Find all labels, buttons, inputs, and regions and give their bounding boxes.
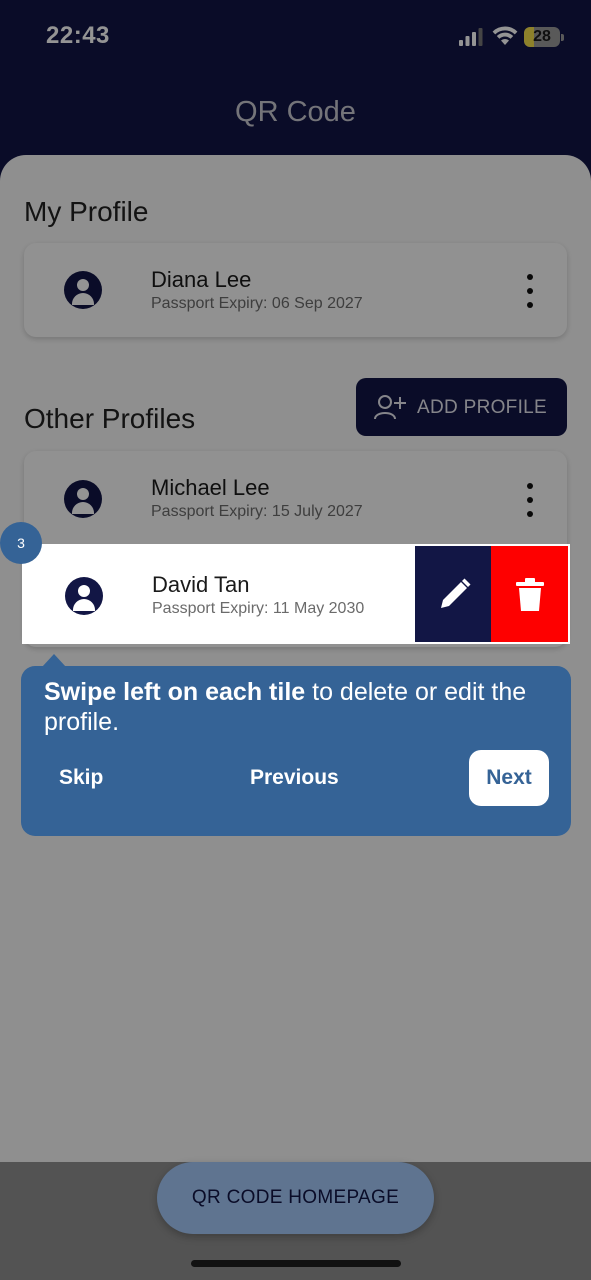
pencil-icon	[441, 578, 471, 608]
tutorial-message: Swipe left on each tile to delete or edi…	[44, 677, 554, 737]
trash-icon	[516, 578, 544, 611]
profile-name: David Tan	[152, 572, 250, 597]
previous-button[interactable]: Previous	[250, 766, 339, 790]
edit-profile-button[interactable]	[415, 546, 491, 642]
profile-expiry: Passport Expiry: 11 May 2030	[152, 600, 365, 617]
person-avatar-icon	[65, 577, 103, 615]
tutorial-message-bold: Swipe left on each tile	[44, 678, 306, 706]
qr-code-homepage-button[interactable]: QR CODE HOMEPAGE	[157, 1162, 434, 1234]
delete-profile-button[interactable]	[491, 546, 568, 642]
next-button[interactable]: Next	[469, 750, 549, 806]
skip-button[interactable]: Skip	[59, 766, 103, 790]
home-indicator	[191, 1260, 401, 1267]
highlighted-profile-tile[interactable]: David Tan Passport Expiry: 11 May 2030	[22, 544, 570, 644]
tutorial-tooltip: Swipe left on each tile to delete or edi…	[21, 666, 571, 836]
tutorial-step-badge: 3	[0, 522, 42, 564]
